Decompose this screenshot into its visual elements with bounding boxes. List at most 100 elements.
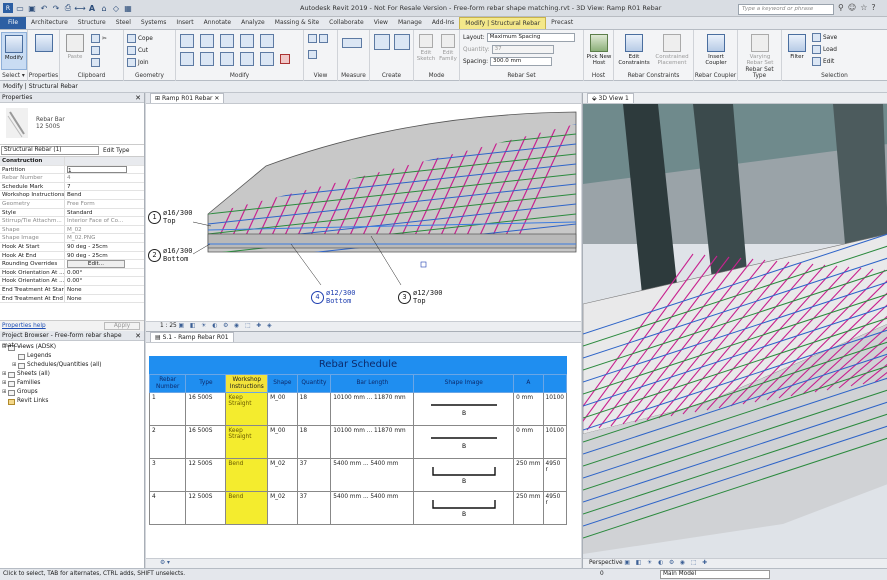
view-tab-ramp-rebar[interactable]: ⊞ Ramp R01 Rebar ✕ bbox=[150, 93, 225, 103]
schedule-view[interactable]: ▤ S.1 - Ramp Rebar R01 Rebar Schedule Re… bbox=[146, 331, 581, 568]
tab-insert[interactable]: Insert bbox=[171, 17, 198, 29]
cope-button[interactable]: Cope bbox=[127, 34, 153, 43]
print-icon[interactable]: ⎙ bbox=[63, 3, 73, 13]
column-header[interactable] bbox=[542, 374, 567, 393]
save-selection-button[interactable]: Save bbox=[812, 33, 837, 42]
property-row[interactable]: End Treatment At End None bbox=[0, 294, 144, 304]
table-row[interactable]: 4 12 500S Bend M_02 37 5400 mm ... 5400 mm B 25… bbox=[148, 491, 567, 525]
properties-help-link[interactable]: Properties help bbox=[0, 323, 46, 329]
tab-manage[interactable]: Manage bbox=[393, 17, 427, 29]
table-row[interactable]: 1 16 500S Keep Straight M_00 18 10100 mm ... … bbox=[148, 392, 567, 426]
tab-architecture[interactable]: Architecture bbox=[26, 17, 73, 29]
load-selection-button[interactable]: Load bbox=[812, 45, 837, 54]
tab-modify-structural-rebar[interactable]: Modify | Structural Rebar bbox=[459, 17, 547, 29]
section-icon[interactable]: ◇ bbox=[111, 3, 121, 13]
undo-icon[interactable]: ↶ bbox=[39, 3, 49, 13]
spacing-field[interactable]: 300.0 mm bbox=[490, 57, 553, 66]
override-graphics-icon[interactable] bbox=[308, 50, 317, 59]
3d-view[interactable]: ⬙ 3D View 1 Perspective ▣ ◧ ☀ ◐ ⚙ ◉ ⬚ ✚ bbox=[582, 93, 887, 568]
rounding-edit-button[interactable]: Edit... bbox=[67, 260, 125, 268]
view-scale[interactable]: 1 : 25 bbox=[160, 323, 177, 329]
search-input[interactable]: Type a keyword or phrase bbox=[738, 4, 834, 15]
browser-node[interactable]: ⊞ Groups bbox=[0, 388, 144, 397]
revit-logo-icon[interactable]: R bbox=[3, 3, 13, 13]
tab-steel[interactable]: Steel bbox=[111, 17, 136, 29]
rotate-icon[interactable] bbox=[220, 52, 234, 66]
copy-button[interactable] bbox=[91, 46, 100, 55]
mirror-axis-icon[interactable] bbox=[220, 34, 234, 48]
property-row[interactable]: Hook Orientation At ... 0.00° bbox=[0, 277, 144, 286]
view-tab-schedule[interactable]: ▤ S.1 - Ramp Rebar R01 bbox=[150, 332, 234, 342]
move-icon[interactable] bbox=[180, 52, 194, 66]
type-selector[interactable]: Rebar Bar 12 500S bbox=[0, 103, 144, 145]
delete-icon[interactable] bbox=[280, 54, 290, 64]
property-row[interactable]: Rounding Overrides Edit... bbox=[0, 260, 144, 269]
property-row[interactable]: Partition 1 bbox=[0, 165, 144, 175]
pick-new-host-button[interactable]: Pick New Host bbox=[586, 32, 612, 70]
property-row[interactable]: Construction bbox=[0, 157, 144, 166]
active-model-dropdown[interactable]: Main Model bbox=[660, 570, 770, 579]
tab-massing-site[interactable]: Massing & Site bbox=[270, 17, 324, 29]
close-icon[interactable]: ✕ bbox=[135, 93, 141, 103]
schedule-control-icons[interactable]: ⚙ ▾ bbox=[160, 560, 170, 566]
column-header[interactable]: Shape Image bbox=[413, 374, 515, 393]
quantity-field[interactable]: 37 bbox=[491, 45, 554, 54]
property-row[interactable]: Rebar Number 4 bbox=[0, 174, 144, 183]
mirror-draw-icon[interactable] bbox=[240, 34, 254, 48]
match-properties-button[interactable] bbox=[91, 58, 100, 67]
switch-windows-icon[interactable]: ▦ bbox=[123, 3, 133, 13]
text-icon[interactable]: A bbox=[87, 3, 97, 13]
filter-button[interactable]: Filter bbox=[784, 32, 810, 70]
property-row[interactable]: End Treatment At Start None bbox=[0, 285, 144, 295]
3d-view-icon[interactable]: ⌂ bbox=[99, 3, 109, 13]
column-header[interactable]: Type bbox=[185, 374, 227, 393]
edit-selection-button[interactable]: Edit bbox=[812, 57, 834, 66]
3d-control-icons[interactable]: ▣ ◧ ☀ ◐ ⚙ ◉ ⬚ ✚ bbox=[624, 560, 709, 566]
tab-structure[interactable]: Structure bbox=[73, 17, 111, 29]
instance-filter-dropdown[interactable]: Structural Rebar (1) bbox=[1, 146, 99, 155]
browser-node[interactable]: Legends bbox=[0, 352, 144, 361]
apply-button[interactable]: Apply bbox=[104, 322, 140, 330]
trim-icon[interactable] bbox=[240, 52, 254, 66]
sign-in-icon[interactable]: ☺ bbox=[848, 3, 856, 12]
insert-coupler-button[interactable]: Insert Coupler bbox=[702, 32, 730, 70]
tab-file[interactable]: File bbox=[0, 17, 27, 29]
tab-analyze[interactable]: Analyze bbox=[236, 17, 270, 29]
binoculars-icon[interactable]: ⚲ bbox=[838, 3, 844, 12]
tab-systems[interactable]: Systems bbox=[136, 17, 172, 29]
offset-icon[interactable] bbox=[200, 34, 214, 48]
paste-button[interactable]: Paste bbox=[62, 32, 88, 70]
property-row[interactable]: Geometry Free Form bbox=[0, 199, 144, 209]
view-control-icons[interactable]: ▣ ◧ ☀ ◐ ⚙ ◉ ⬚ ✚ ◈ bbox=[179, 323, 274, 329]
property-row[interactable]: Hook Orientation At ... 0.00° bbox=[0, 268, 144, 278]
measure-icon[interactable]: ⟷ bbox=[74, 3, 85, 13]
property-row[interactable]: Shape M_02 bbox=[0, 225, 144, 235]
tab-collaborate[interactable]: Collaborate bbox=[324, 17, 369, 29]
align-icon[interactable] bbox=[180, 34, 194, 48]
create-similar-icon[interactable] bbox=[374, 34, 390, 50]
tab-add-ins[interactable]: Add-Ins bbox=[427, 17, 459, 29]
browser-node[interactable]: ⊞ Families bbox=[0, 379, 144, 388]
constrained-placement-button[interactable]: Constrained Placement bbox=[654, 32, 690, 70]
redo-icon[interactable]: ↷ bbox=[51, 3, 61, 13]
section-view[interactable]: ⊞ Ramp R01 Rebar ✕ 1 ø16/300 Top 2 ø16/300 B… bbox=[146, 93, 581, 331]
layout-dropdown[interactable]: Maximum Spacing bbox=[486, 33, 575, 42]
pin-icon[interactable] bbox=[308, 34, 317, 43]
property-row[interactable]: Stirrup/Tie Attachm... Interior Face of C… bbox=[0, 217, 144, 226]
save-icon[interactable]: ▣ bbox=[27, 3, 37, 13]
create-group-icon[interactable] bbox=[394, 34, 410, 50]
measure-icon[interactable] bbox=[342, 38, 362, 48]
edit-sketch-button[interactable]: Edit Sketch bbox=[415, 32, 437, 70]
column-header[interactable]: Quantity bbox=[296, 374, 332, 393]
property-row[interactable]: Hook At End 90 deg - 25cm bbox=[0, 251, 144, 261]
split-icon[interactable] bbox=[260, 34, 274, 48]
column-header[interactable]: Rebar Number bbox=[148, 374, 187, 393]
tab-precast[interactable]: Precast bbox=[546, 17, 578, 29]
browser-node[interactable]: ⊞ Sheets (all) bbox=[0, 370, 144, 379]
open-icon[interactable]: ▭ bbox=[15, 3, 25, 13]
property-row[interactable]: Shape Image M_02.PNG bbox=[0, 234, 144, 243]
browser-node[interactable]: Revit Links bbox=[0, 397, 144, 406]
tab-view[interactable]: View bbox=[369, 17, 393, 29]
cut-geometry-button[interactable]: Cut bbox=[127, 46, 148, 55]
tab-annotate[interactable]: Annotate bbox=[199, 17, 236, 29]
